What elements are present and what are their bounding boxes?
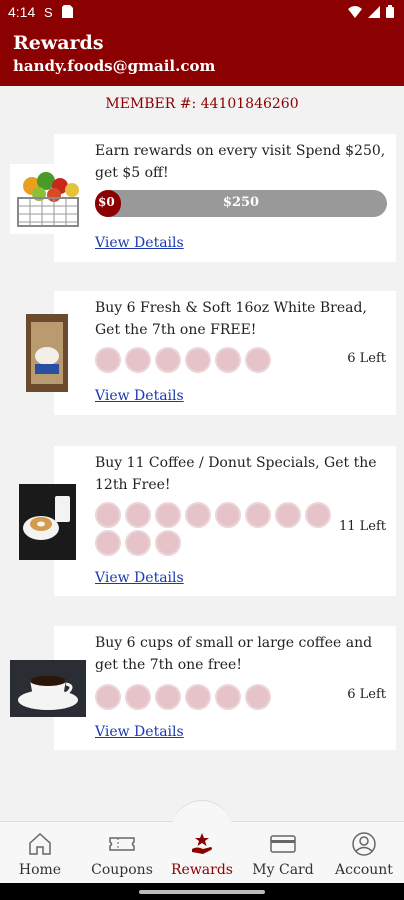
coupon-icon — [109, 837, 135, 851]
stamp-circle — [125, 684, 151, 710]
wifi-icon — [348, 5, 362, 18]
stamp-circle — [125, 530, 151, 556]
account-email: handy.foods@gmail.com — [13, 57, 216, 75]
reward-card-coffee-donut[interactable]: Buy 11 Coffee / Donut Specials, Get the … — [54, 446, 396, 596]
stamp-circle — [155, 530, 181, 556]
reward-card-spend[interactable]: Earn rewards on every visit Spend $250, … — [54, 134, 396, 262]
nav-rewards[interactable]: Rewards — [162, 822, 242, 884]
reward-card-coffee[interactable]: Buy 6 cups of small or large coffee and … — [54, 626, 396, 750]
reward-description: Earn rewards on every visit Spend $250, … — [95, 143, 386, 181]
app-bar: Rewards handy.foods@gmail.com — [0, 24, 404, 86]
view-details-link[interactable]: View Details — [95, 570, 184, 586]
nav-my-card[interactable]: My Card — [243, 822, 323, 884]
rewards-icon — [192, 833, 212, 854]
stamp-circle — [155, 684, 181, 710]
nav-label: Rewards — [171, 862, 233, 878]
card-icon — [270, 835, 296, 853]
coffee-cup-image — [10, 660, 86, 717]
stamp-circle — [245, 502, 271, 528]
stamp-circle — [275, 502, 301, 528]
progress-max-label: $250 — [222, 195, 260, 210]
stamp-circle — [215, 684, 241, 710]
member-number: MEMBER #: 44101846260 — [105, 96, 299, 112]
stamp-circle — [125, 502, 151, 528]
signal-icon — [368, 5, 380, 18]
stamp-circle — [185, 684, 211, 710]
stamp-circle — [245, 347, 271, 373]
reward-description: Buy 11 Coffee / Donut Specials, Get the … — [95, 455, 377, 493]
nav-label: Coupons — [91, 862, 153, 878]
spend-progress-bar: $0 $250 — [95, 190, 387, 217]
stamp-circle — [305, 502, 331, 528]
coffee-donut-image — [19, 484, 76, 560]
view-details-link[interactable]: View Details — [95, 724, 184, 740]
bottom-navigation: Home Coupons Rewards My Card Account — [0, 800, 404, 884]
view-details-link[interactable]: View Details — [95, 235, 184, 251]
stamps-left: 6 Left — [347, 351, 386, 366]
stamp-circle — [215, 347, 241, 373]
nav-home[interactable]: Home — [0, 822, 80, 884]
status-time: 4:14 — [8, 4, 36, 20]
sync-icon: S — [44, 5, 53, 18]
view-details-link[interactable]: View Details — [95, 388, 184, 404]
stamp-circle — [125, 347, 151, 373]
account-icon — [352, 832, 376, 856]
nav-account[interactable]: Account — [324, 822, 404, 884]
svg-text:S: S — [44, 5, 53, 18]
stamps-left: 11 Left — [338, 519, 386, 534]
stamp-circle — [155, 502, 181, 528]
battery-icon — [386, 5, 394, 18]
nav-label: My Card — [252, 862, 314, 878]
stamps-left: 6 Left — [347, 687, 386, 702]
stamp-circle — [185, 347, 211, 373]
stamp-circle — [245, 684, 271, 710]
stamp-circle — [185, 502, 211, 528]
reward-card-bread[interactable]: Buy 6 Fresh & Soft 16oz White Bread, Get… — [54, 291, 396, 415]
stamp-circle — [95, 684, 121, 710]
stamp-circle — [155, 347, 181, 373]
stamp-circle — [95, 502, 121, 528]
grocery-basket-image — [10, 164, 86, 234]
reward-description: Buy 6 Fresh & Soft 16oz White Bread, Get… — [95, 300, 367, 338]
status-bar: 4:14 S — [0, 0, 404, 24]
stamp-circle — [95, 347, 121, 373]
home-icon — [29, 832, 51, 855]
nav-label: Home — [18, 862, 62, 878]
gesture-bar — [0, 883, 404, 900]
stamp-circle — [95, 530, 121, 556]
sim-card-icon — [62, 5, 73, 18]
nav-coupons[interactable]: Coupons — [82, 822, 162, 884]
home-indicator[interactable] — [139, 890, 265, 894]
nav-label: Account — [335, 862, 393, 878]
reward-description: Buy 6 cups of small or large coffee and … — [95, 635, 373, 673]
page-title: Rewards — [13, 32, 104, 54]
bread-image — [26, 314, 68, 392]
stamp-circle — [215, 502, 241, 528]
